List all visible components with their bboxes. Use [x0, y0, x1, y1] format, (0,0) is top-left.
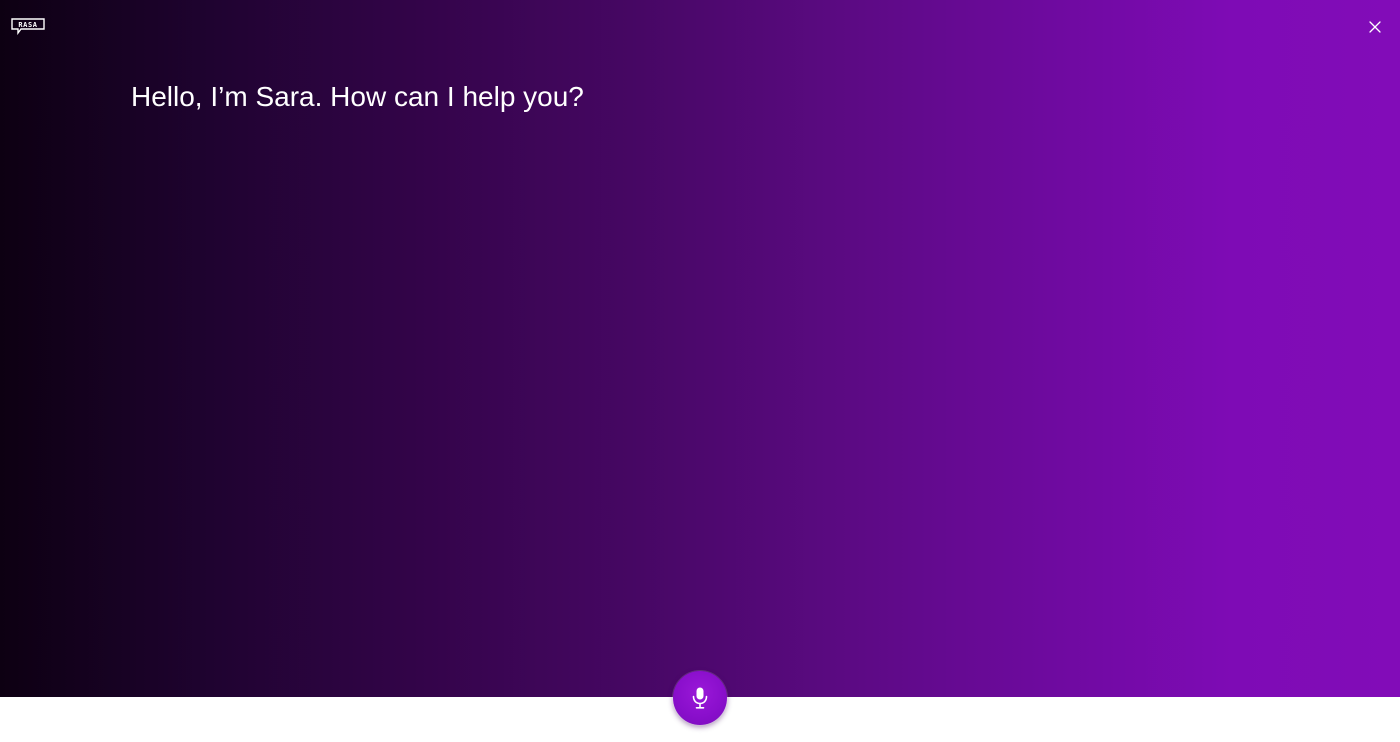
close-button[interactable]	[1366, 18, 1384, 36]
close-icon	[1369, 21, 1381, 33]
logo-text: RASA	[18, 21, 37, 29]
microphone-icon	[692, 687, 708, 709]
rasa-logo-icon: RASA	[11, 18, 45, 36]
assistant-stage: RASA Hello, I’m Sara. How can I help you…	[0, 0, 1400, 697]
assistant-greeting: Hello, I’m Sara. How can I help you?	[131, 81, 584, 112]
rasa-logo: RASA	[11, 18, 45, 36]
microphone-button[interactable]	[673, 671, 727, 725]
